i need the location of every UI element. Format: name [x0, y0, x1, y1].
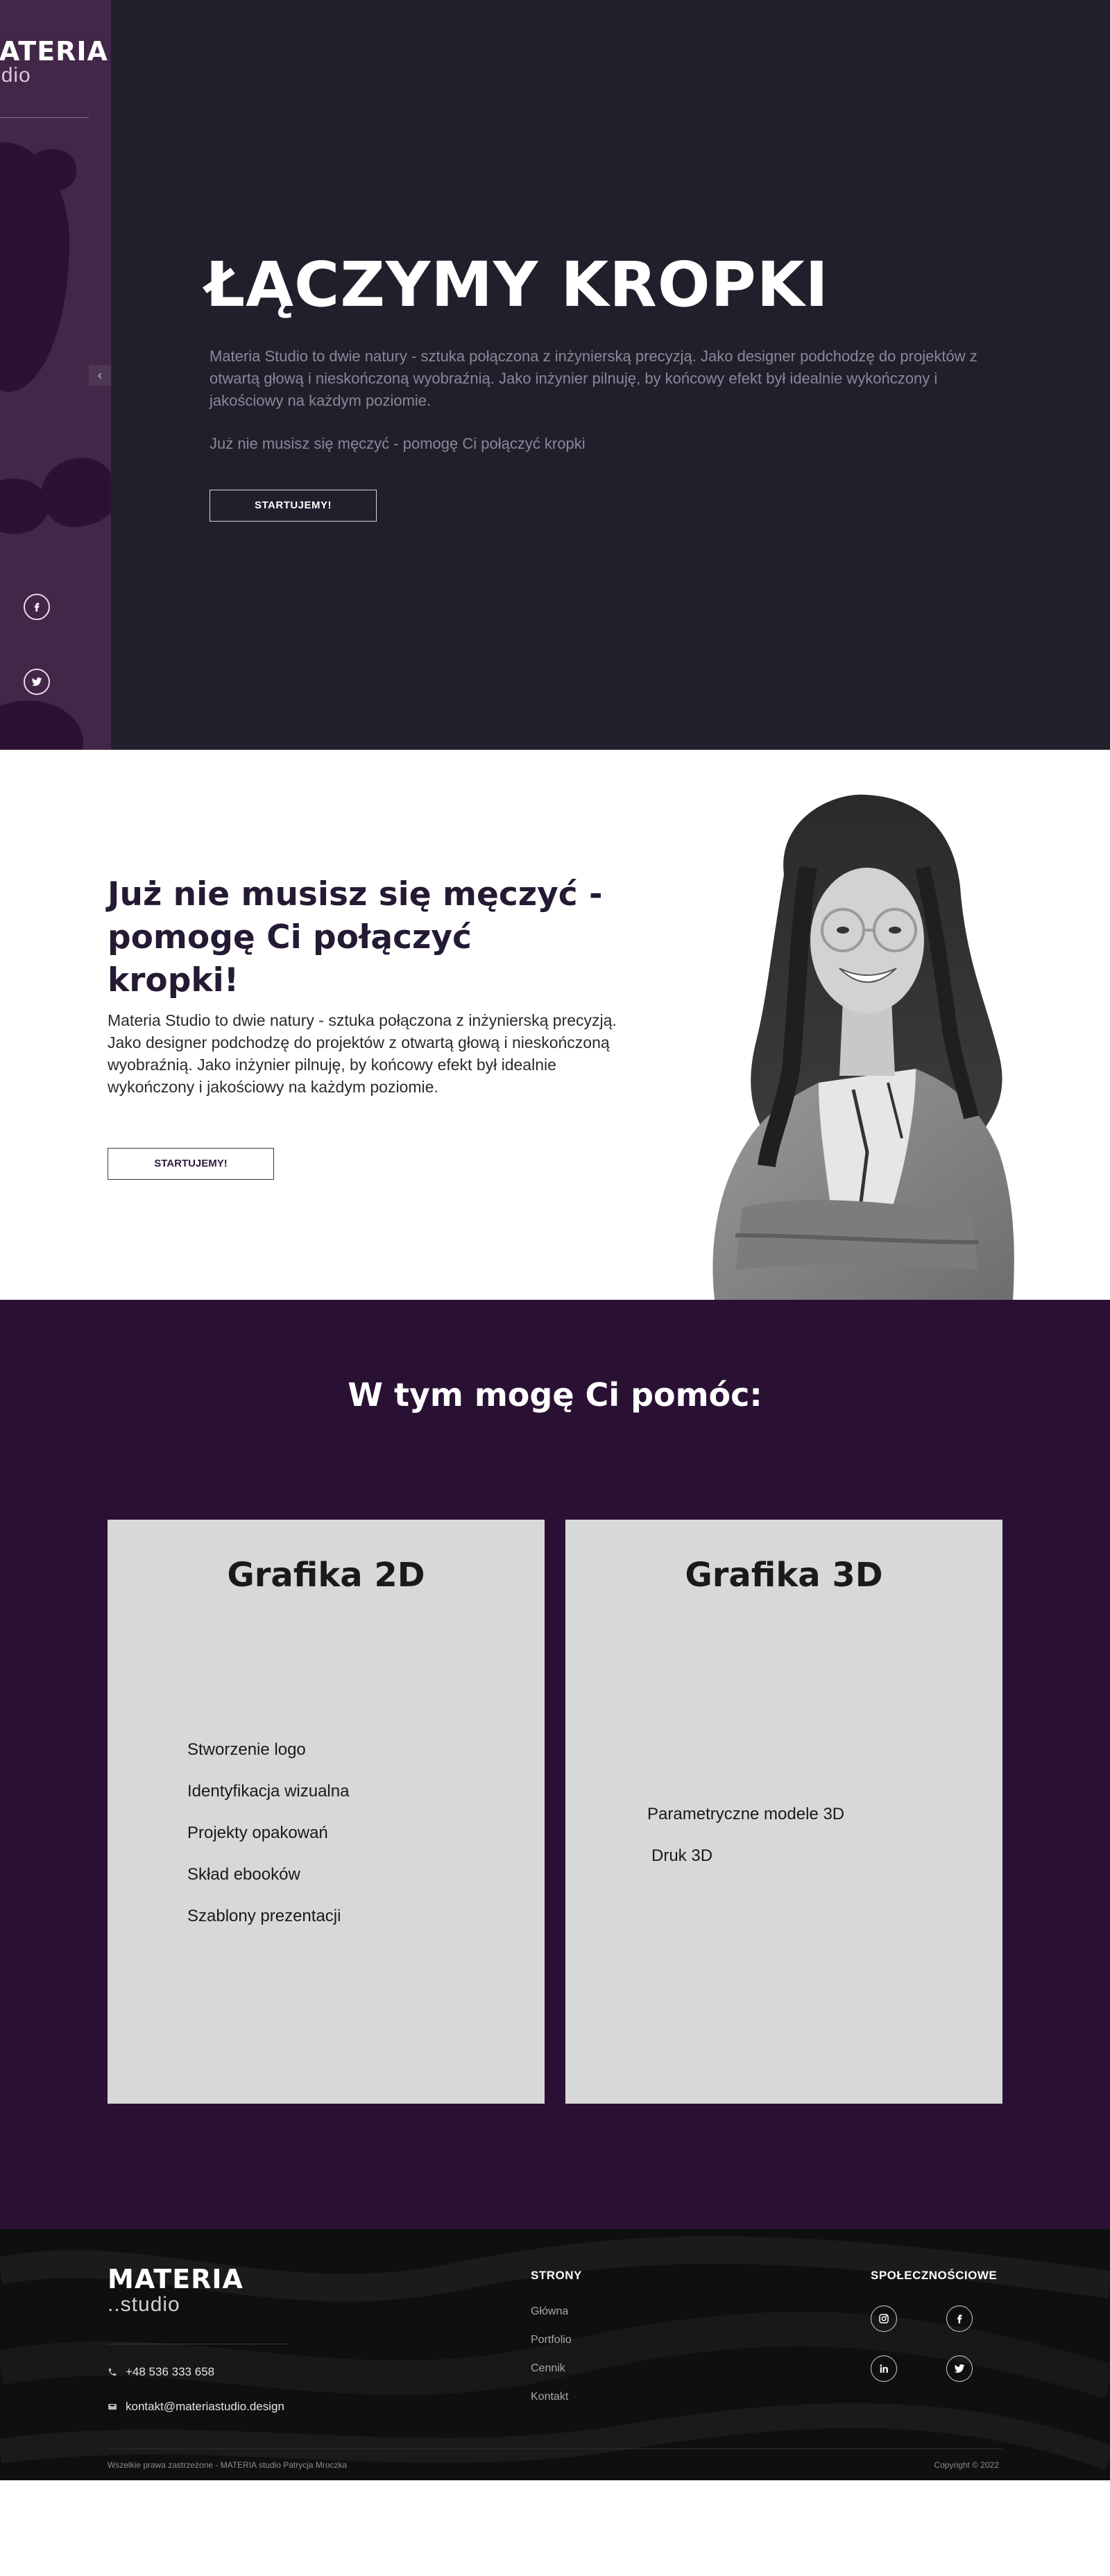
logo-sub: ..studio — [0, 64, 31, 87]
portrait-photo — [712, 794, 1014, 1300]
card-item: Druk 3D — [651, 1846, 713, 1865]
footer-logo[interactable]: MATERIA ..studio — [108, 2264, 244, 2317]
card-title: Grafika 3D — [685, 1556, 883, 1595]
sidebar-logo[interactable]: MATERIA ..studio — [0, 36, 111, 92]
copyright-text: Wszelkie prawa zastrzeżone - MATERIA stu… — [108, 2460, 348, 2470]
footer-link-portfolio[interactable]: Portfolio — [531, 2334, 572, 2346]
card-item: Skład ebooków — [187, 1865, 300, 1884]
service-card-2d: Grafika 2D Stworzenie logo Identyfikacja… — [108, 1520, 545, 2104]
pages-heading: STRONY — [531, 2269, 582, 2282]
hero-title: ŁĄCZYMY KROPKI — [205, 248, 829, 320]
hero-tagline: Już nie musisz się męczyć - pomogę Ci po… — [210, 435, 586, 452]
footer-bottom-divider — [108, 2448, 1002, 2449]
sidebar: MATERIA ..studio ‹ — [0, 0, 111, 750]
logo-sub: ..studio — [108, 2293, 180, 2316]
about-title: Już nie musisz się męczyć - pomogę Ci po… — [108, 875, 603, 999]
about-start-button[interactable]: STARTUJEMY! — [108, 1148, 274, 1180]
sidebar-divider — [0, 117, 89, 118]
card-item: Projekty opakowań — [187, 1823, 328, 1842]
phone-number: +48 536 333 658 — [126, 2365, 215, 2378]
card-item: Stworzenie logo — [187, 1740, 306, 1759]
decorative-blob — [0, 701, 83, 750]
about-description: Materia Studio to dwie natury - sztuka p… — [108, 1011, 617, 1096]
sidebar-toggle-button[interactable]: ‹ — [89, 365, 111, 386]
phone-icon — [108, 2368, 117, 2376]
footer-link-pricing[interactable]: Cennik — [531, 2362, 565, 2375]
mail-icon — [108, 2403, 117, 2410]
card-title: Grafika 2D — [227, 1556, 425, 1595]
email-address: kontakt@materiastudio.design — [126, 2400, 284, 2413]
instagram-icon[interactable] — [871, 2305, 897, 2332]
footer-phone[interactable]: +48 536 333 658 — [108, 2365, 214, 2379]
facebook-icon[interactable] — [24, 594, 50, 620]
card-item: Identyfikacja wizualna — [187, 1782, 350, 1801]
card-item: Szablony prezentacji — [187, 1907, 341, 1925]
decorative-blob — [28, 149, 76, 191]
facebook-icon[interactable] — [946, 2305, 973, 2332]
hero-description: Materia Studio to dwie natury - sztuka p… — [210, 347, 977, 409]
footer: MATERIA ..studio +48 536 333 658 kontakt… — [0, 2229, 1110, 2480]
footer-link-home[interactable]: Główna — [531, 2305, 568, 2318]
logo-word: MATERIA — [0, 36, 108, 67]
services-section: W tym mogę Ci pomóc: Grafika 2D Stworzen… — [0, 1300, 1110, 2229]
hero-section: MATERIA ..studio ‹ ŁĄCZYMY KROPKI Materi… — [0, 0, 1110, 750]
linkedin-icon[interactable] — [871, 2355, 897, 2382]
copyright-year: Copyright © 2022 — [934, 2460, 999, 2470]
service-card-3d: Grafika 3D Parametryczne modele 3D Druk … — [565, 1520, 1002, 2104]
social-heading: SPOŁECZNOŚCIOWE — [871, 2269, 998, 2282]
twitter-icon[interactable] — [946, 2355, 973, 2382]
decorative-blob — [42, 458, 111, 527]
about-section: Już nie musisz się męczyć - pomogę Ci po… — [0, 750, 1110, 1300]
logo-word: MATERIA — [108, 2264, 244, 2294]
footer-email[interactable]: kontakt@materiastudio.design — [108, 2400, 284, 2414]
footer-link-contact[interactable]: Kontakt — [531, 2391, 568, 2403]
hero-start-button[interactable]: STARTUJEMY! — [210, 490, 377, 522]
card-item: Parametryczne modele 3D — [647, 1805, 845, 1823]
twitter-icon[interactable] — [24, 669, 50, 695]
decorative-blob — [0, 479, 49, 534]
services-title: W tym mogę Ci pomóc: — [348, 1376, 762, 1414]
